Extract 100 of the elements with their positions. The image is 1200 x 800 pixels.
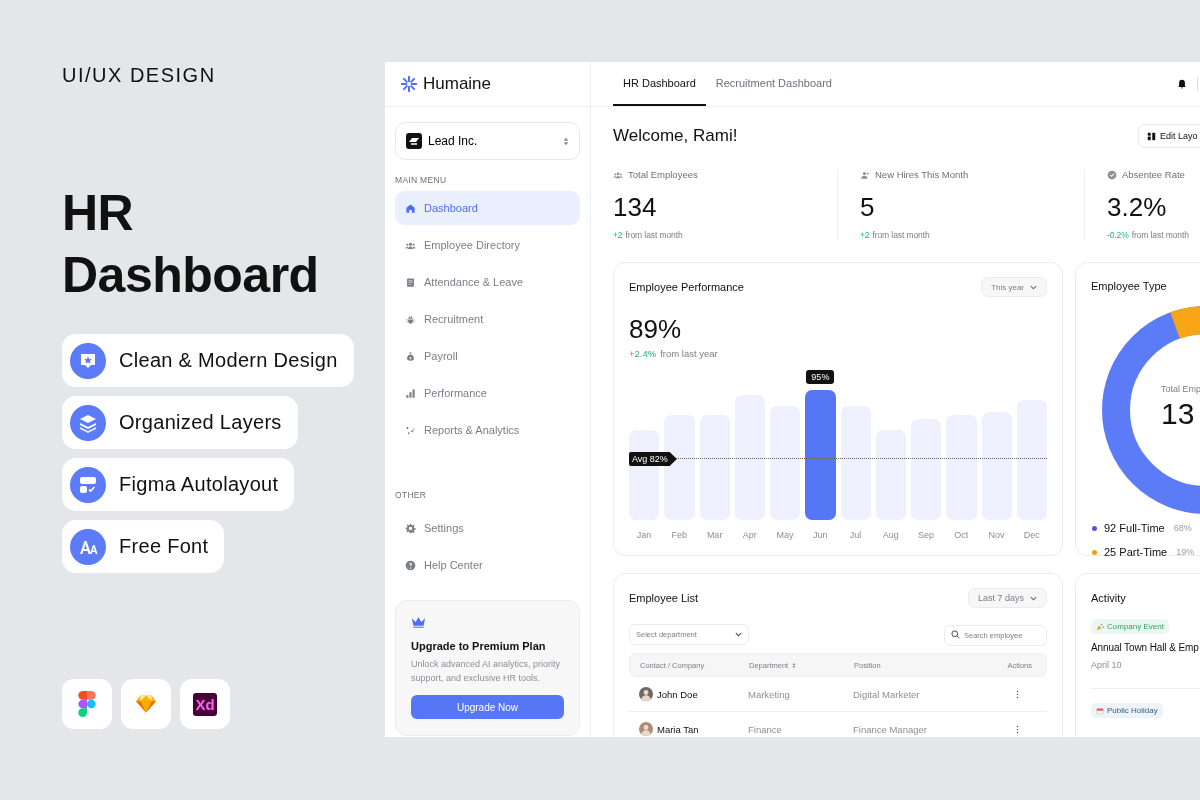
document-icon <box>405 276 416 288</box>
activity-title: Annual Town Hall & Emp <box>1091 642 1199 653</box>
nav-item[interactable]: Help Center <box>395 548 580 582</box>
employee-name: Maria Tan <box>657 723 699 735</box>
employee-name: John Doe <box>657 688 698 700</box>
legend-share: 19% <box>1176 547 1195 557</box>
feature-pill: Free Font <box>62 520 225 573</box>
chevron-down-icon <box>735 632 742 637</box>
stat-change: -0.2% <box>1107 230 1129 240</box>
welcome-heading: Welcome, Rami! <box>613 126 739 146</box>
month-label: Aug <box>881 530 900 540</box>
section-heading: MAIN MENU <box>395 175 448 185</box>
performance-value: 89% <box>629 314 683 344</box>
nav-item[interactable]: Performance <box>395 376 580 410</box>
brand-name: Humaine <box>423 74 492 94</box>
chevron-down-icon <box>1030 595 1037 601</box>
table-cell-text: Marketing <box>748 688 791 700</box>
company-logo-icon <box>406 133 422 149</box>
home-icon <box>405 202 416 214</box>
upgrade-button[interactable]: Upgrade Now <box>411 695 564 719</box>
stat-change: +2 <box>613 230 623 240</box>
figma-logo-icon <box>77 691 97 717</box>
month-label: Dec <box>1022 530 1041 540</box>
month-label: Sep <box>917 530 936 540</box>
period-dropdown[interactable]: This year <box>981 277 1047 297</box>
activity-tag: Public Holiday <box>1091 703 1163 718</box>
feature-pill: Clean & Modern Design <box>62 334 354 387</box>
avatar-icon <box>639 722 653 736</box>
period-dropdown[interactable]: Last 7 days <box>967 588 1047 608</box>
font-icon <box>70 528 106 565</box>
feature-pill: Figma Autolayout <box>62 458 295 511</box>
stat-label: Total Employees <box>628 169 698 180</box>
layers-icon <box>70 404 106 441</box>
stat-value: 3.2% <box>1107 192 1168 222</box>
eyebrow-title: UI/UX DESIGN <box>62 64 217 86</box>
legend-share: 68% <box>1173 523 1192 533</box>
month-label: Oct <box>953 530 970 540</box>
month-label: Apr <box>741 530 758 540</box>
xd-logo: Xd <box>193 692 217 716</box>
notification-bell-icon[interactable] <box>1177 79 1187 89</box>
sort-icon <box>563 136 569 146</box>
legend-count: 92 Full-Time <box>1104 522 1165 534</box>
month-label: Mar <box>705 530 724 540</box>
month-label: Nov <box>987 530 1006 540</box>
layout-icon <box>1147 131 1156 141</box>
nav-item[interactable]: Recruitment <box>395 302 580 336</box>
month-label: Jun <box>812 530 829 540</box>
promo-text: Unlock advanced AI analytics, priority support, and exclusive HR tools. <box>411 658 562 685</box>
layout-icon <box>70 466 106 503</box>
table-cell-text: Finance <box>748 723 783 735</box>
stat-value: 134 <box>613 192 658 222</box>
card-title: Employee List <box>629 592 699 604</box>
table-cell-text: Finance Manager <box>853 723 928 735</box>
month-label: May <box>775 530 795 540</box>
money-bag-icon <box>405 350 416 362</box>
activity-tag: Company Event <box>1091 619 1169 634</box>
promo-title: Upgrade to Premium Plan <box>411 640 547 652</box>
month-label: Feb <box>670 530 689 540</box>
nav-item[interactable]: Employee Directory <box>395 228 580 262</box>
legend-count: 25 Part-Time <box>1104 546 1168 558</box>
activity-date: April 10 <box>1091 660 1122 670</box>
calendar-icon <box>1096 706 1104 715</box>
section-heading: OTHER <box>395 490 428 500</box>
average-tooltip: Avg 82% <box>629 452 677 466</box>
nav-item[interactable]: Reports & Analytics <box>395 413 580 447</box>
person-add-icon <box>860 169 870 180</box>
stat-note: from last month <box>625 230 683 240</box>
dashboard-tab[interactable]: Recruitment Dashboard <box>705 62 842 106</box>
sort-icon[interactable] <box>792 661 797 669</box>
card-title: Employee Type <box>1091 280 1167 292</box>
feature-pill: Organized Layers <box>62 396 298 449</box>
headline: HR Dashboard <box>62 184 320 305</box>
organization-selector[interactable]: Lead Inc. <box>395 122 580 160</box>
card-title: Activity <box>1091 591 1127 606</box>
nav-item[interactable]: Dashboard <box>395 191 580 225</box>
stat-note: from last month <box>1131 230 1189 240</box>
avatar-icon <box>639 687 653 701</box>
stat-value: 5 <box>860 192 876 222</box>
donut-center-value: 13 <box>1161 397 1196 431</box>
card-title: Employee Performance <box>629 281 744 293</box>
nav-item[interactable]: Settings <box>395 511 580 545</box>
donut-center-label: Total Emp <box>1161 384 1200 394</box>
month-label: Jul <box>848 530 863 540</box>
search-icon <box>951 630 960 639</box>
party-popper-icon <box>1096 622 1104 631</box>
dashboard-tab[interactable]: HR Dashboard <box>613 62 706 106</box>
stat-label: New Hires This Month <box>875 169 969 180</box>
stat-change: +2 <box>860 230 870 240</box>
month-label: Jan <box>635 530 653 540</box>
star-badge-icon <box>70 342 106 379</box>
asterisk-logo-icon <box>400 75 418 93</box>
crown-icon <box>411 616 426 628</box>
edit-layout-button[interactable]: Edit Layo <box>1138 124 1200 148</box>
value-tooltip: 95% <box>806 370 835 384</box>
performance-note: from last year <box>660 348 718 359</box>
nav-item[interactable]: Payroll <box>395 339 580 373</box>
help-icon <box>405 559 416 571</box>
chevron-down-icon <box>1030 284 1037 290</box>
stat-label: Absentee Rate <box>1122 169 1185 180</box>
nav-item[interactable]: Attendance & Leave <box>395 265 580 299</box>
